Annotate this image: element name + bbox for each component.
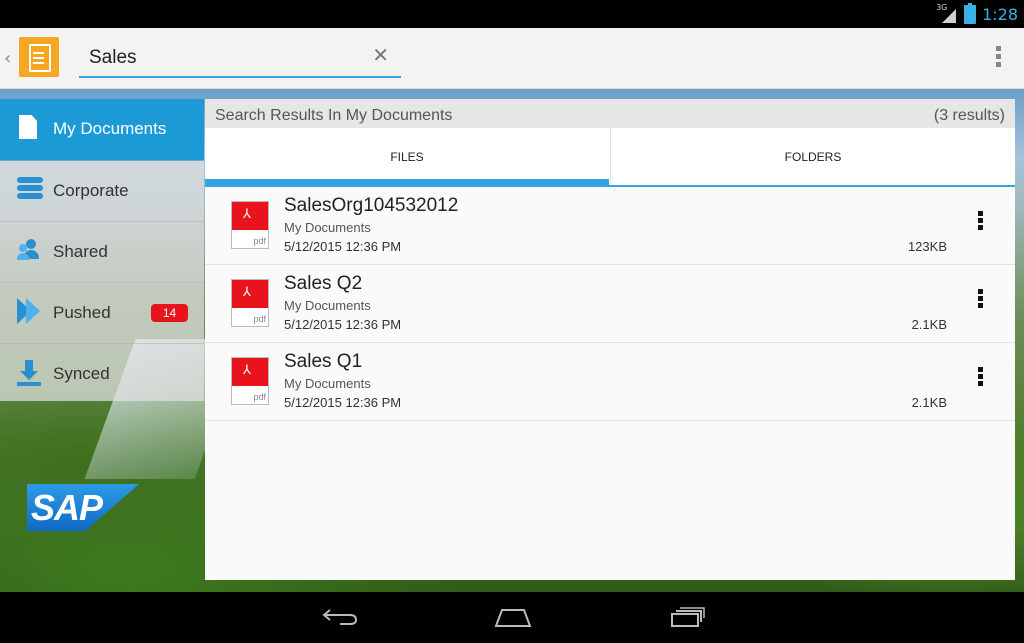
clear-search-icon[interactable]: ✕ xyxy=(372,43,389,67)
results-header: Search Results In My Documents (3 result… xyxy=(205,99,1015,128)
file-date: 5/12/2015 12:36 PM xyxy=(284,317,402,332)
up-navigation-icon[interactable]: ‹ xyxy=(4,48,11,69)
results-title: Search Results In My Documents xyxy=(215,107,453,124)
signal-icon: 3G xyxy=(936,3,958,23)
sidebar-item-label: My Documents xyxy=(53,119,167,138)
file-date: 5/12/2015 12:36 PM xyxy=(284,239,402,254)
file-row[interactable]: ⅄ pdf SalesOrg104532012 My Documents 5/12… xyxy=(205,187,1015,265)
file-folder: My Documents xyxy=(284,298,371,313)
document-icon xyxy=(19,115,37,139)
sidebar-item-label: Shared xyxy=(53,242,108,261)
search-field: ✕ xyxy=(79,40,401,78)
file-options-icon[interactable] xyxy=(978,367,983,388)
file-name: Sales Q2 xyxy=(284,273,363,294)
sidebar: My Documents Corporate Shared Pushed 14 … xyxy=(0,99,204,401)
clock: 1:28 xyxy=(982,4,1018,24)
file-folder: My Documents xyxy=(284,376,371,391)
file-size: 123KB xyxy=(907,239,947,254)
file-size: 2.1KB xyxy=(911,395,947,410)
status-bar: 3G 1:28 xyxy=(0,0,1024,28)
status-indicators: 3G 1:28 xyxy=(936,2,1018,24)
sidebar-item-corporate[interactable]: Corporate xyxy=(0,161,204,222)
file-date: 5/12/2015 12:36 PM xyxy=(284,395,402,410)
file-size: 2.1KB xyxy=(911,317,947,332)
file-row[interactable]: ⅄ pdf Sales Q1 My Documents 5/12/2015 12:… xyxy=(205,343,1015,421)
sidebar-item-synced[interactable]: Synced xyxy=(0,344,204,404)
sidebar-item-my-documents[interactable]: My Documents xyxy=(0,99,204,161)
database-icon xyxy=(17,177,43,203)
pdf-file-icon: ⅄ pdf xyxy=(231,357,269,405)
sidebar-item-shared[interactable]: Shared xyxy=(0,222,204,283)
home-icon[interactable] xyxy=(494,606,532,628)
file-row[interactable]: ⅄ pdf Sales Q2 My Documents 5/12/2015 12:… xyxy=(205,265,1015,343)
pushed-count-badge: 14 xyxy=(151,304,188,322)
sidebar-item-pushed[interactable]: Pushed 14 xyxy=(0,283,204,344)
file-name: Sales Q1 xyxy=(284,351,363,372)
recent-apps-icon[interactable] xyxy=(670,606,706,628)
sap-logo-text: SAP xyxy=(31,487,103,528)
people-icon xyxy=(17,238,43,264)
pdf-file-icon: ⅄ pdf xyxy=(231,201,269,249)
sidebar-item-label: Pushed xyxy=(53,303,111,322)
system-navigation-bar xyxy=(0,592,1024,643)
results-tabs: FILES FOLDERS xyxy=(205,128,1015,187)
file-options-icon[interactable] xyxy=(978,211,983,232)
action-bar: ‹ ✕ xyxy=(0,28,1024,89)
download-icon xyxy=(17,360,43,386)
search-input[interactable] xyxy=(89,44,359,72)
app-logo-icon[interactable] xyxy=(19,37,59,77)
overflow-menu-icon[interactable] xyxy=(996,46,1002,70)
sidebar-item-label: Synced xyxy=(53,364,110,383)
tab-files[interactable]: FILES xyxy=(205,128,609,185)
pdf-file-icon: ⅄ pdf xyxy=(231,279,269,327)
file-folder: My Documents xyxy=(284,220,371,235)
sidebar-item-label: Corporate xyxy=(53,181,129,200)
search-results-panel: Search Results In My Documents (3 result… xyxy=(205,99,1015,580)
battery-icon xyxy=(964,2,977,24)
file-options-icon[interactable] xyxy=(978,289,983,310)
tab-folders[interactable]: FOLDERS xyxy=(610,128,1015,185)
back-icon[interactable] xyxy=(322,608,358,626)
file-name: SalesOrg104532012 xyxy=(284,195,459,216)
results-count: (3 results) xyxy=(933,107,1005,124)
